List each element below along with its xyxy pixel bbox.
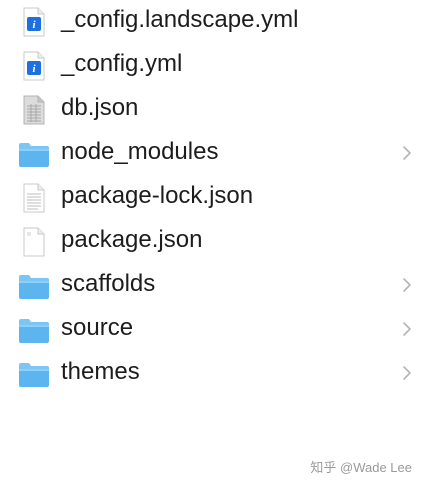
- list-item[interactable]: package-lock.json: [0, 176, 424, 220]
- chevron-right-icon[interactable]: [400, 364, 414, 382]
- folder-name: source: [61, 314, 134, 341]
- chevron-right-icon[interactable]: [400, 276, 414, 294]
- yaml-file-icon: i: [18, 50, 50, 82]
- folder-icon: [18, 359, 50, 391]
- list-item[interactable]: scaffolds: [0, 264, 424, 308]
- json-data-file-icon: [18, 94, 50, 126]
- list-item[interactable]: i _config.landscape.yml: [0, 0, 424, 44]
- file-name: package-lock.json: [61, 182, 254, 209]
- blank-file-icon: [18, 226, 50, 258]
- folder-icon: [18, 139, 50, 171]
- list-item[interactable]: themes: [0, 352, 424, 396]
- list-item[interactable]: package.json: [0, 220, 424, 264]
- folder-name: themes: [61, 358, 140, 385]
- list-item[interactable]: source: [0, 308, 424, 352]
- list-item[interactable]: db.json: [0, 88, 424, 132]
- yaml-file-icon: i: [18, 6, 50, 38]
- chevron-right-icon[interactable]: [400, 320, 414, 338]
- chevron-right-icon[interactable]: [400, 144, 414, 162]
- watermark: 知乎 @Wade Lee: [310, 460, 412, 475]
- text-file-icon: [18, 182, 50, 214]
- file-name: _config.landscape.yml: [61, 6, 299, 33]
- folder-icon: [18, 271, 50, 303]
- list-item[interactable]: i _config.yml: [0, 44, 424, 88]
- folder-icon: [18, 315, 50, 347]
- list-item[interactable]: node_modules: [0, 132, 424, 176]
- file-name: db.json: [61, 94, 139, 121]
- folder-name: node_modules: [61, 138, 219, 165]
- file-name: _config.yml: [61, 50, 183, 77]
- file-name: package.json: [61, 226, 203, 253]
- folder-name: scaffolds: [61, 270, 156, 297]
